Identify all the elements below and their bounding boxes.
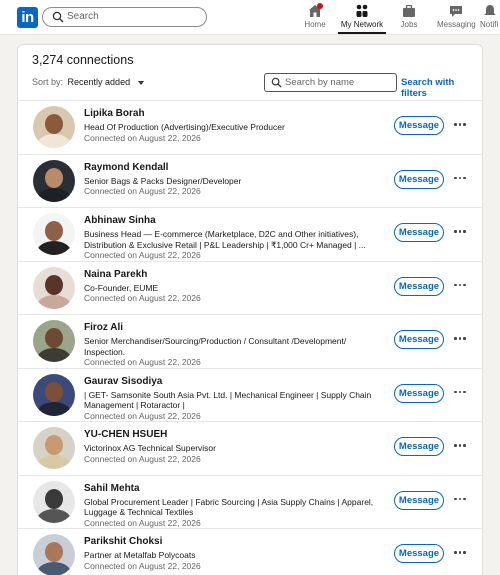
avatar[interactable] <box>33 427 75 469</box>
nav-messaging-label: Messaging <box>437 20 476 29</box>
connection-date: Connected on August 22, 2026 <box>84 250 201 260</box>
message-button[interactable]: Message <box>394 116 444 135</box>
message-button[interactable]: Message <box>394 276 444 296</box>
more-options-icon[interactable] <box>453 173 467 183</box>
avatar[interactable] <box>33 266 75 309</box>
avatar[interactable] <box>33 159 75 202</box>
connection-row: YU-CHEN HSUEH Victorinox AG Technical Su… <box>18 421 482 475</box>
avatar[interactable] <box>33 480 75 523</box>
avatar[interactable] <box>33 534 75 575</box>
nav-notifications[interactable]: Notifi <box>480 3 500 34</box>
connection-search-placeholder: Search by name <box>285 77 355 88</box>
avatar[interactable] <box>33 106 75 148</box>
search-icon <box>52 11 64 23</box>
connection-headline: Business Head — E-commerce (Marketplace,… <box>84 229 366 250</box>
connection-headline: Partner at Metalfab Polycoats <box>84 550 196 560</box>
search-icon <box>271 77 282 88</box>
message-button[interactable]: Message <box>394 437 444 456</box>
connection-date: Connected on August 22, 2026 <box>84 357 201 367</box>
connection-headline: Victorinox AG Technical Supervisor <box>84 443 216 453</box>
nav-home-label: Home <box>304 20 326 29</box>
home-icon <box>309 3 323 17</box>
avatar[interactable] <box>33 373 75 416</box>
search-placeholder: Search <box>67 11 99 22</box>
connection-row: Gaurav Sisodiya | GET- Samsonite South A… <box>18 367 482 422</box>
more-options-icon[interactable] <box>453 494 467 504</box>
sort-value: Recently added <box>67 77 131 87</box>
bell-icon <box>484 5 496 15</box>
global-search-input[interactable]: Search <box>42 7 207 27</box>
connection-row: Naina Parekh Co-Founder, EUME Connected … <box>18 260 482 315</box>
connection-headline: Senior Bags & Packs Designer/Developer <box>84 175 242 186</box>
connection-row: Sahil Mehta Global Procurement Leader | … <box>18 474 482 529</box>
sort-dropdown[interactable]: Sort by: Recently added <box>32 77 144 87</box>
connection-date: Connected on August 22, 2026 <box>84 560 201 571</box>
connection-name[interactable]: Lipika Borah <box>84 107 384 120</box>
nav-messaging[interactable]: Messaging <box>437 3 476 34</box>
message-button[interactable]: Message <box>394 169 444 189</box>
connection-name[interactable]: Raymond Kendall <box>84 161 384 174</box>
connection-search-input[interactable]: Search by name <box>264 73 397 92</box>
connection-name[interactable]: Parikshit Choksi <box>84 535 384 548</box>
connection-date: Connected on August 22, 2026 <box>84 517 201 528</box>
message-button[interactable]: Message <box>394 330 444 349</box>
connections-card: 3,274 connections Sort by: Recently adde… <box>17 44 483 575</box>
connection-date: Connected on August 22, 2026 <box>84 186 201 196</box>
connection-name[interactable]: Firoz Ali <box>84 321 384 334</box>
connection-row: Raymond Kendall Senior Bags & Packs Desi… <box>18 153 482 208</box>
avatar[interactable] <box>33 213 75 255</box>
connection-name[interactable]: Sahil Mehta <box>84 482 384 495</box>
connections-list: Lipika Borah Head Of Production (Adverti… <box>18 100 482 575</box>
more-options-icon[interactable] <box>453 387 467 397</box>
avatar[interactable] <box>33 320 75 362</box>
search-with-filters-link[interactable]: Search with filters <box>401 77 482 99</box>
connection-date: Connected on August 22, 2026 <box>84 453 201 464</box>
connection-name[interactable]: Naina Parekh <box>84 268 384 281</box>
more-options-icon[interactable] <box>453 333 467 343</box>
connection-headline: | GET- Samsonite South Asia Pvt. Ltd. | … <box>84 389 372 411</box>
connection-headline: Co-Founder, EUME <box>84 282 159 293</box>
connection-row: Firoz Ali Senior Merchandiser/Sourcing/P… <box>18 314 482 368</box>
linkedin-logo[interactable]: in <box>17 7 38 28</box>
briefcase-icon <box>403 4 415 17</box>
nav-jobs[interactable]: Jobs <box>397 3 421 34</box>
connection-headline: Global Procurement Leader | Fabric Sourc… <box>84 496 374 518</box>
connection-name[interactable]: Abhinaw Sinha <box>84 214 384 227</box>
nav-jobs-label: Jobs <box>400 20 418 29</box>
message-button[interactable]: Message <box>394 223 444 242</box>
connection-row: Abhinaw Sinha Business Head — E-commerce… <box>18 207 482 261</box>
more-options-icon[interactable] <box>453 119 467 129</box>
nav-my-network-label: My Network <box>340 20 384 29</box>
connection-date: Connected on August 22, 2026 <box>84 293 201 303</box>
message-button[interactable]: Message <box>394 544 444 563</box>
more-options-icon[interactable] <box>453 226 467 236</box>
caret-down-icon <box>137 80 144 85</box>
connection-headline: Head Of Production (Advertising)/Executi… <box>84 122 285 132</box>
connections-count: 3,274 connections <box>32 53 134 67</box>
nav-my-network[interactable]: My Network <box>338 3 386 34</box>
message-button[interactable]: Message <box>394 490 444 510</box>
sort-label: Sort by: <box>32 77 64 87</box>
connection-row: Lipika Borah Head Of Production (Adverti… <box>18 100 482 154</box>
connection-name[interactable]: YU-CHEN HSUEH <box>84 428 384 441</box>
more-options-icon[interactable] <box>453 440 467 450</box>
more-options-icon[interactable] <box>453 280 467 290</box>
top-nav-bar: in Search Home My Network Jobs Messaging… <box>0 0 500 35</box>
message-button[interactable]: Message <box>394 383 444 403</box>
nav-notifications-label: Notifi <box>480 20 499 29</box>
connection-row: Parikshit Choksi Partner at Metalfab Pol… <box>18 528 482 575</box>
more-options-icon[interactable] <box>453 547 467 557</box>
connection-name[interactable]: Gaurav Sisodiya <box>84 375 384 388</box>
nav-home[interactable]: Home <box>303 3 327 34</box>
connection-headline: Senior Merchandiser/Sourcing/Production … <box>84 336 347 357</box>
connection-date: Connected on August 22, 2026 <box>84 132 201 143</box>
connection-date: Connected on August 22, 2026 <box>84 410 201 421</box>
chat-icon <box>450 6 462 17</box>
network-icon <box>356 4 368 17</box>
